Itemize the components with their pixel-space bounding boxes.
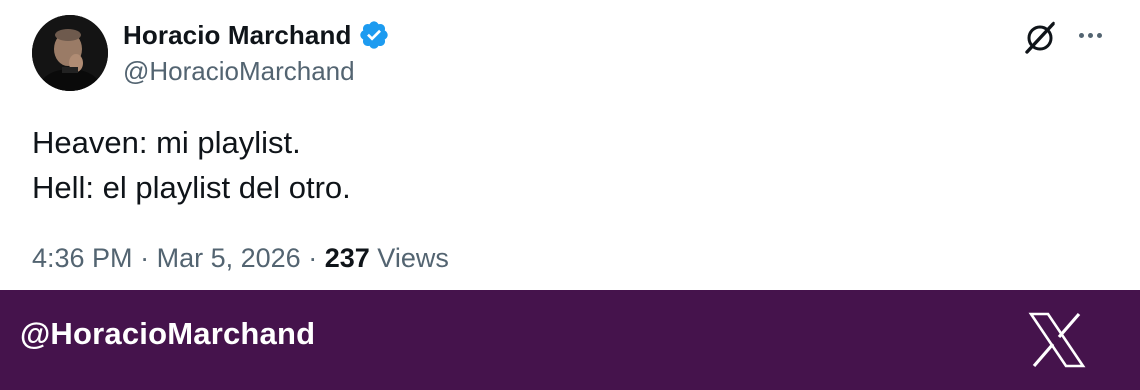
tweet-line: Hell: el playlist del otro. <box>32 170 351 205</box>
avatar[interactable] <box>32 15 108 91</box>
more-dot <box>1087 32 1093 38</box>
tweet-card: Horacio Marchand @HoracioMarchand Heaven… <box>0 0 1140 290</box>
author-handle[interactable]: @HoracioMarchand <box>123 56 390 87</box>
author-name[interactable]: Horacio Marchand <box>123 20 351 51</box>
views-count: 237 <box>324 243 370 273</box>
tweet-text: Heaven: mi playlist. Hell: el playlist d… <box>32 120 351 210</box>
name-row: Horacio Marchand <box>123 17 390 53</box>
footer-banner: @HoracioMarchand <box>0 290 1140 390</box>
verified-badge-icon <box>358 19 390 51</box>
more-dot <box>1078 32 1084 38</box>
x-logo-icon <box>1028 312 1086 368</box>
meta-separator: · <box>140 243 150 273</box>
footer-handle: @HoracioMarchand <box>20 316 316 351</box>
tweet-time[interactable]: 4:36 PM <box>32 243 133 273</box>
meta-separator: · <box>308 243 318 273</box>
more-options-icon[interactable] <box>1072 20 1108 50</box>
tweet-line: Heaven: mi playlist. <box>32 125 301 160</box>
more-dot <box>1096 32 1102 38</box>
avatar-image <box>32 15 108 91</box>
tweet-meta: 4:36 PM · Mar 5, 2026 · 237 Views <box>32 243 449 274</box>
author-block: Horacio Marchand @HoracioMarchand <box>123 17 390 87</box>
views-label: Views <box>377 243 449 273</box>
tweet-date[interactable]: Mar 5, 2026 <box>157 243 301 273</box>
grok-icon[interactable] <box>1020 18 1060 58</box>
